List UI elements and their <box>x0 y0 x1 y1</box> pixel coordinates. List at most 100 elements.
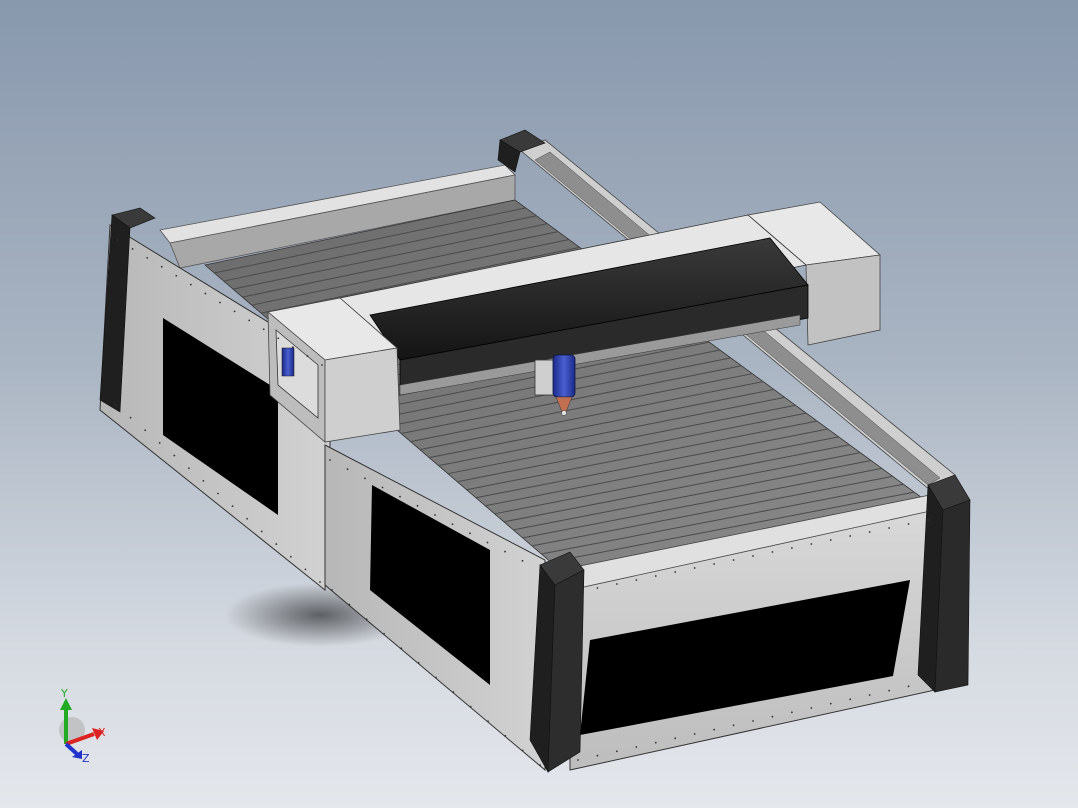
rivet <box>204 292 207 295</box>
rivet <box>399 495 401 498</box>
rivet <box>693 567 696 569</box>
rivet <box>306 355 309 357</box>
rivet <box>381 486 384 489</box>
rivet <box>790 711 793 714</box>
rivet <box>131 248 134 250</box>
rivet <box>233 310 236 313</box>
rivet <box>321 364 323 366</box>
rivet <box>291 346 294 349</box>
cad-viewport[interactable]: Y X Z <box>0 0 1078 808</box>
gantry-left-housing-front <box>324 347 401 443</box>
rivet <box>713 563 716 565</box>
rivet <box>160 265 163 268</box>
rivet <box>615 750 618 753</box>
rivet <box>674 737 677 740</box>
rivet <box>810 543 813 545</box>
rivet <box>346 468 349 471</box>
laser-nozzle-tip <box>561 410 567 416</box>
rivet <box>189 283 192 286</box>
rivet <box>596 587 599 589</box>
rivet <box>752 720 754 722</box>
rivet <box>231 505 234 508</box>
rivet <box>175 274 178 277</box>
rivet <box>202 479 205 482</box>
rivet <box>434 514 436 516</box>
rivet <box>319 581 321 583</box>
rivet <box>248 319 251 322</box>
rivet <box>654 741 657 744</box>
rivet <box>487 720 489 723</box>
rivet <box>219 301 221 304</box>
rivet <box>304 568 307 571</box>
rivet <box>504 734 507 737</box>
laser-cutter-model[interactable] <box>0 0 1078 808</box>
rivet <box>331 589 333 591</box>
rivet <box>732 559 735 561</box>
rivet <box>674 571 677 573</box>
rivet <box>469 705 472 708</box>
rivet <box>654 575 657 577</box>
rivet <box>117 239 119 241</box>
rivet <box>577 591 579 593</box>
rivet <box>144 429 147 432</box>
triad-x-label: X <box>98 726 106 739</box>
rivet <box>693 733 696 735</box>
rivet <box>469 532 471 535</box>
rivet <box>635 746 638 748</box>
rivet <box>417 662 420 664</box>
rivet <box>435 676 437 679</box>
rivet <box>289 555 292 558</box>
rivet <box>246 517 249 520</box>
rivet <box>713 728 716 731</box>
triad-z-axis-line <box>64 742 79 756</box>
rivet <box>907 685 910 688</box>
rivet <box>596 754 599 757</box>
rivet <box>577 759 579 761</box>
rivet <box>277 337 280 340</box>
rivet <box>771 551 774 553</box>
rivet <box>829 539 832 541</box>
left-drive-motor <box>281 347 295 377</box>
triad-y-label: Y <box>60 687 68 700</box>
rivet <box>129 416 132 419</box>
rivet <box>810 707 813 709</box>
rivet <box>158 442 161 444</box>
rivet <box>521 559 524 562</box>
rivet <box>829 702 832 705</box>
rivet <box>451 523 454 526</box>
rivet <box>927 681 929 683</box>
rivet <box>365 618 368 621</box>
rivet <box>771 715 774 718</box>
rivet <box>732 724 735 727</box>
rivet <box>868 531 871 533</box>
rivet <box>868 694 871 696</box>
rivet <box>486 541 489 544</box>
rivet <box>416 504 419 507</box>
rivet <box>260 530 263 533</box>
rivet <box>888 689 891 692</box>
gantry-right-housing-front <box>805 254 881 346</box>
rivet <box>187 467 190 470</box>
rivet <box>927 519 929 521</box>
laser-head-body[interactable] <box>552 354 576 398</box>
rivet <box>400 647 403 650</box>
rivet <box>329 459 331 461</box>
rivet <box>217 492 219 495</box>
rivet <box>615 583 618 585</box>
rivet <box>635 579 638 581</box>
rivet <box>262 328 265 331</box>
rivet <box>173 454 176 457</box>
rivet <box>907 523 910 525</box>
rivet <box>849 698 852 701</box>
rivet <box>383 632 385 635</box>
axis-triad[interactable]: Y X Z <box>44 686 120 770</box>
rivet <box>790 547 793 549</box>
rivet <box>539 764 541 766</box>
rivet <box>348 603 351 606</box>
rivet <box>146 256 149 259</box>
rivet <box>521 749 524 752</box>
rivet <box>849 535 852 537</box>
triad-z-label: Z <box>82 752 90 765</box>
rivet <box>752 555 754 557</box>
rivet <box>504 550 506 553</box>
